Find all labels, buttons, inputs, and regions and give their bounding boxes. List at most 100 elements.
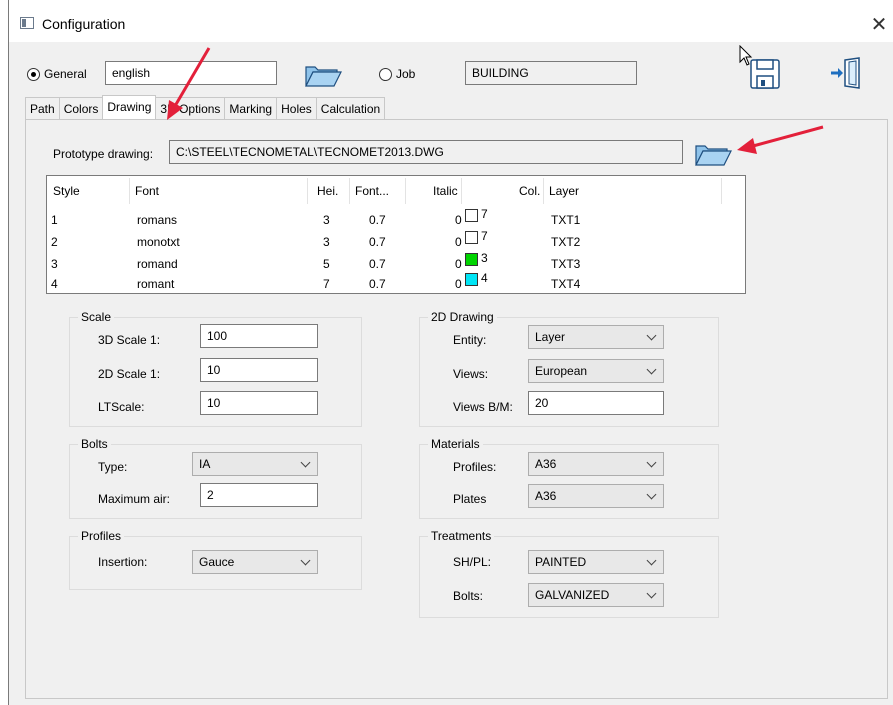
configuration-window: Configuration ✕ General english Job BUIL… — [8, 0, 893, 705]
tab-holes[interactable]: Holes — [276, 97, 317, 119]
red-arrow-icon — [167, 47, 211, 120]
prototype-folder-icon[interactable] — [693, 139, 733, 169]
row-font: romant — [137, 277, 175, 291]
color-swatch — [465, 273, 478, 286]
chevron-down-icon — [646, 457, 657, 468]
row-italic: 0 — [455, 235, 462, 249]
color-swatch — [465, 209, 478, 222]
treatment-bolts-select[interactable]: GALVANIZED — [528, 583, 664, 607]
scale-3d-label: 3D Scale 1: — [98, 333, 161, 347]
exit-icon[interactable] — [829, 56, 865, 90]
row-layer: TXT3 — [551, 257, 581, 271]
job-radio[interactable]: Job — [379, 67, 415, 81]
chevron-down-icon — [300, 457, 311, 468]
row-style: 1 — [51, 213, 58, 227]
row-color-index: 4 — [481, 271, 488, 285]
row-height: 3 — [323, 235, 330, 249]
close-icon[interactable]: ✕ — [866, 12, 892, 37]
bolt-type-select-value: IA — [199, 457, 211, 471]
row-font: romans — [137, 213, 178, 227]
general-label: General — [44, 67, 87, 81]
scale-2d-input[interactable]: 10 — [200, 358, 318, 382]
tab-path[interactable]: Path — [25, 97, 60, 119]
tab-drawing[interactable]: Drawing — [102, 95, 157, 119]
row-style: 4 — [51, 277, 58, 291]
scale-2d-label: 2D Scale 1: — [98, 367, 161, 381]
material-profiles-select[interactable]: A36 — [528, 452, 664, 476]
insertion-label: Insertion: — [98, 555, 148, 569]
folder-icon[interactable] — [303, 60, 343, 90]
header-font[interactable]: Font — [135, 184, 159, 198]
row-font-width: 0.7 — [369, 277, 386, 291]
header-color[interactable]: Col. — [519, 184, 540, 198]
tab-marking[interactable]: Marking — [224, 97, 278, 119]
maximum-air-input[interactable]: 2 — [200, 483, 318, 507]
entity-select[interactable]: Layer — [528, 325, 664, 349]
chevron-down-icon — [300, 555, 311, 566]
material-profiles-select-value: A36 — [535, 457, 557, 471]
prototype-drawing-input[interactable]: C:\STEEL\TECNOMETAL\TECNOMET2013.DWG — [169, 140, 683, 164]
header-font-width[interactable]: Font... — [355, 184, 389, 198]
treatment-bolts-select-value: GALVANIZED — [535, 588, 610, 602]
ltscale-label: LTScale: — [98, 400, 145, 414]
header-layer[interactable]: Layer — [549, 184, 579, 198]
general-radio[interactable]: General — [27, 67, 87, 81]
title-bar: Configuration ✕ — [9, 0, 893, 42]
header-style[interactable]: Style — [53, 184, 80, 198]
row-style: 2 — [51, 235, 58, 249]
header-height[interactable]: Hei. — [317, 184, 338, 198]
materials-group-title: Materials — [428, 437, 483, 451]
window-title: Configuration — [42, 16, 126, 32]
chevron-down-icon — [646, 555, 657, 566]
treatments-group-title: Treatments — [428, 529, 495, 543]
chevron-down-icon — [646, 588, 657, 599]
row-color-index: 7 — [481, 229, 488, 243]
ltscale-input[interactable]: 10 — [200, 391, 318, 415]
insertion-select[interactable]: Gauce — [192, 550, 318, 574]
row-style: 3 — [51, 257, 58, 271]
treatment-bolts-label: Bolts: — [453, 589, 484, 603]
color-swatch — [465, 253, 478, 266]
shpl-select[interactable]: PAINTED — [528, 550, 664, 574]
row-color-index: 3 — [481, 251, 488, 265]
material-profiles-label: Profiles: — [453, 460, 497, 474]
scale-3d-input[interactable]: 100 — [200, 324, 318, 348]
drawing-2d-group-title: 2D Drawing — [428, 310, 497, 324]
header-italic[interactable]: Italic — [433, 184, 458, 198]
row-italic: 0 — [455, 213, 462, 227]
material-plates-label: Plates — [453, 492, 487, 506]
shpl-select-value: PAINTED — [535, 555, 587, 569]
row-font: romand — [137, 257, 178, 271]
chevron-down-icon — [646, 364, 657, 375]
bolt-type-select[interactable]: IA — [192, 452, 318, 476]
text-style-table: Style Font Hei. Font... Italic Col. Laye… — [46, 175, 746, 294]
job-input[interactable]: BUILDING — [465, 61, 637, 85]
row-font-width: 0.7 — [369, 213, 386, 227]
row-color-index: 7 — [481, 207, 488, 221]
color-swatch — [465, 231, 478, 244]
row-font-width: 0.7 — [369, 235, 386, 249]
bolts-group-title: Bolts — [78, 437, 111, 451]
chevron-down-icon — [646, 489, 657, 500]
job-radio-dot — [379, 67, 392, 81]
save-icon[interactable] — [749, 58, 783, 90]
material-plates-select[interactable]: A36 — [528, 484, 664, 508]
views-bm-label: Views B/M: — [453, 400, 513, 414]
row-layer: TXT4 — [551, 277, 581, 291]
views-bm-input[interactable]: 20 — [528, 391, 664, 415]
maximum-air-label: Maximum air: — [98, 492, 171, 506]
views-select[interactable]: European — [528, 359, 664, 383]
views-label: Views: — [453, 367, 489, 381]
job-label: Job — [396, 67, 416, 81]
row-layer: TXT1 — [551, 213, 581, 227]
window-icon — [20, 17, 34, 29]
scale-group-title: Scale — [78, 310, 115, 324]
tab-colors[interactable]: Colors — [58, 97, 104, 119]
row-height: 7 — [323, 277, 330, 291]
material-plates-select-value: A36 — [535, 489, 557, 503]
tab-calculation[interactable]: Calculation — [315, 97, 386, 119]
red-arrow-icon — [737, 125, 824, 154]
insertion-select-value: Gauce — [199, 555, 235, 569]
views-select-value: European — [535, 364, 588, 378]
entity-label: Entity: — [453, 333, 487, 347]
